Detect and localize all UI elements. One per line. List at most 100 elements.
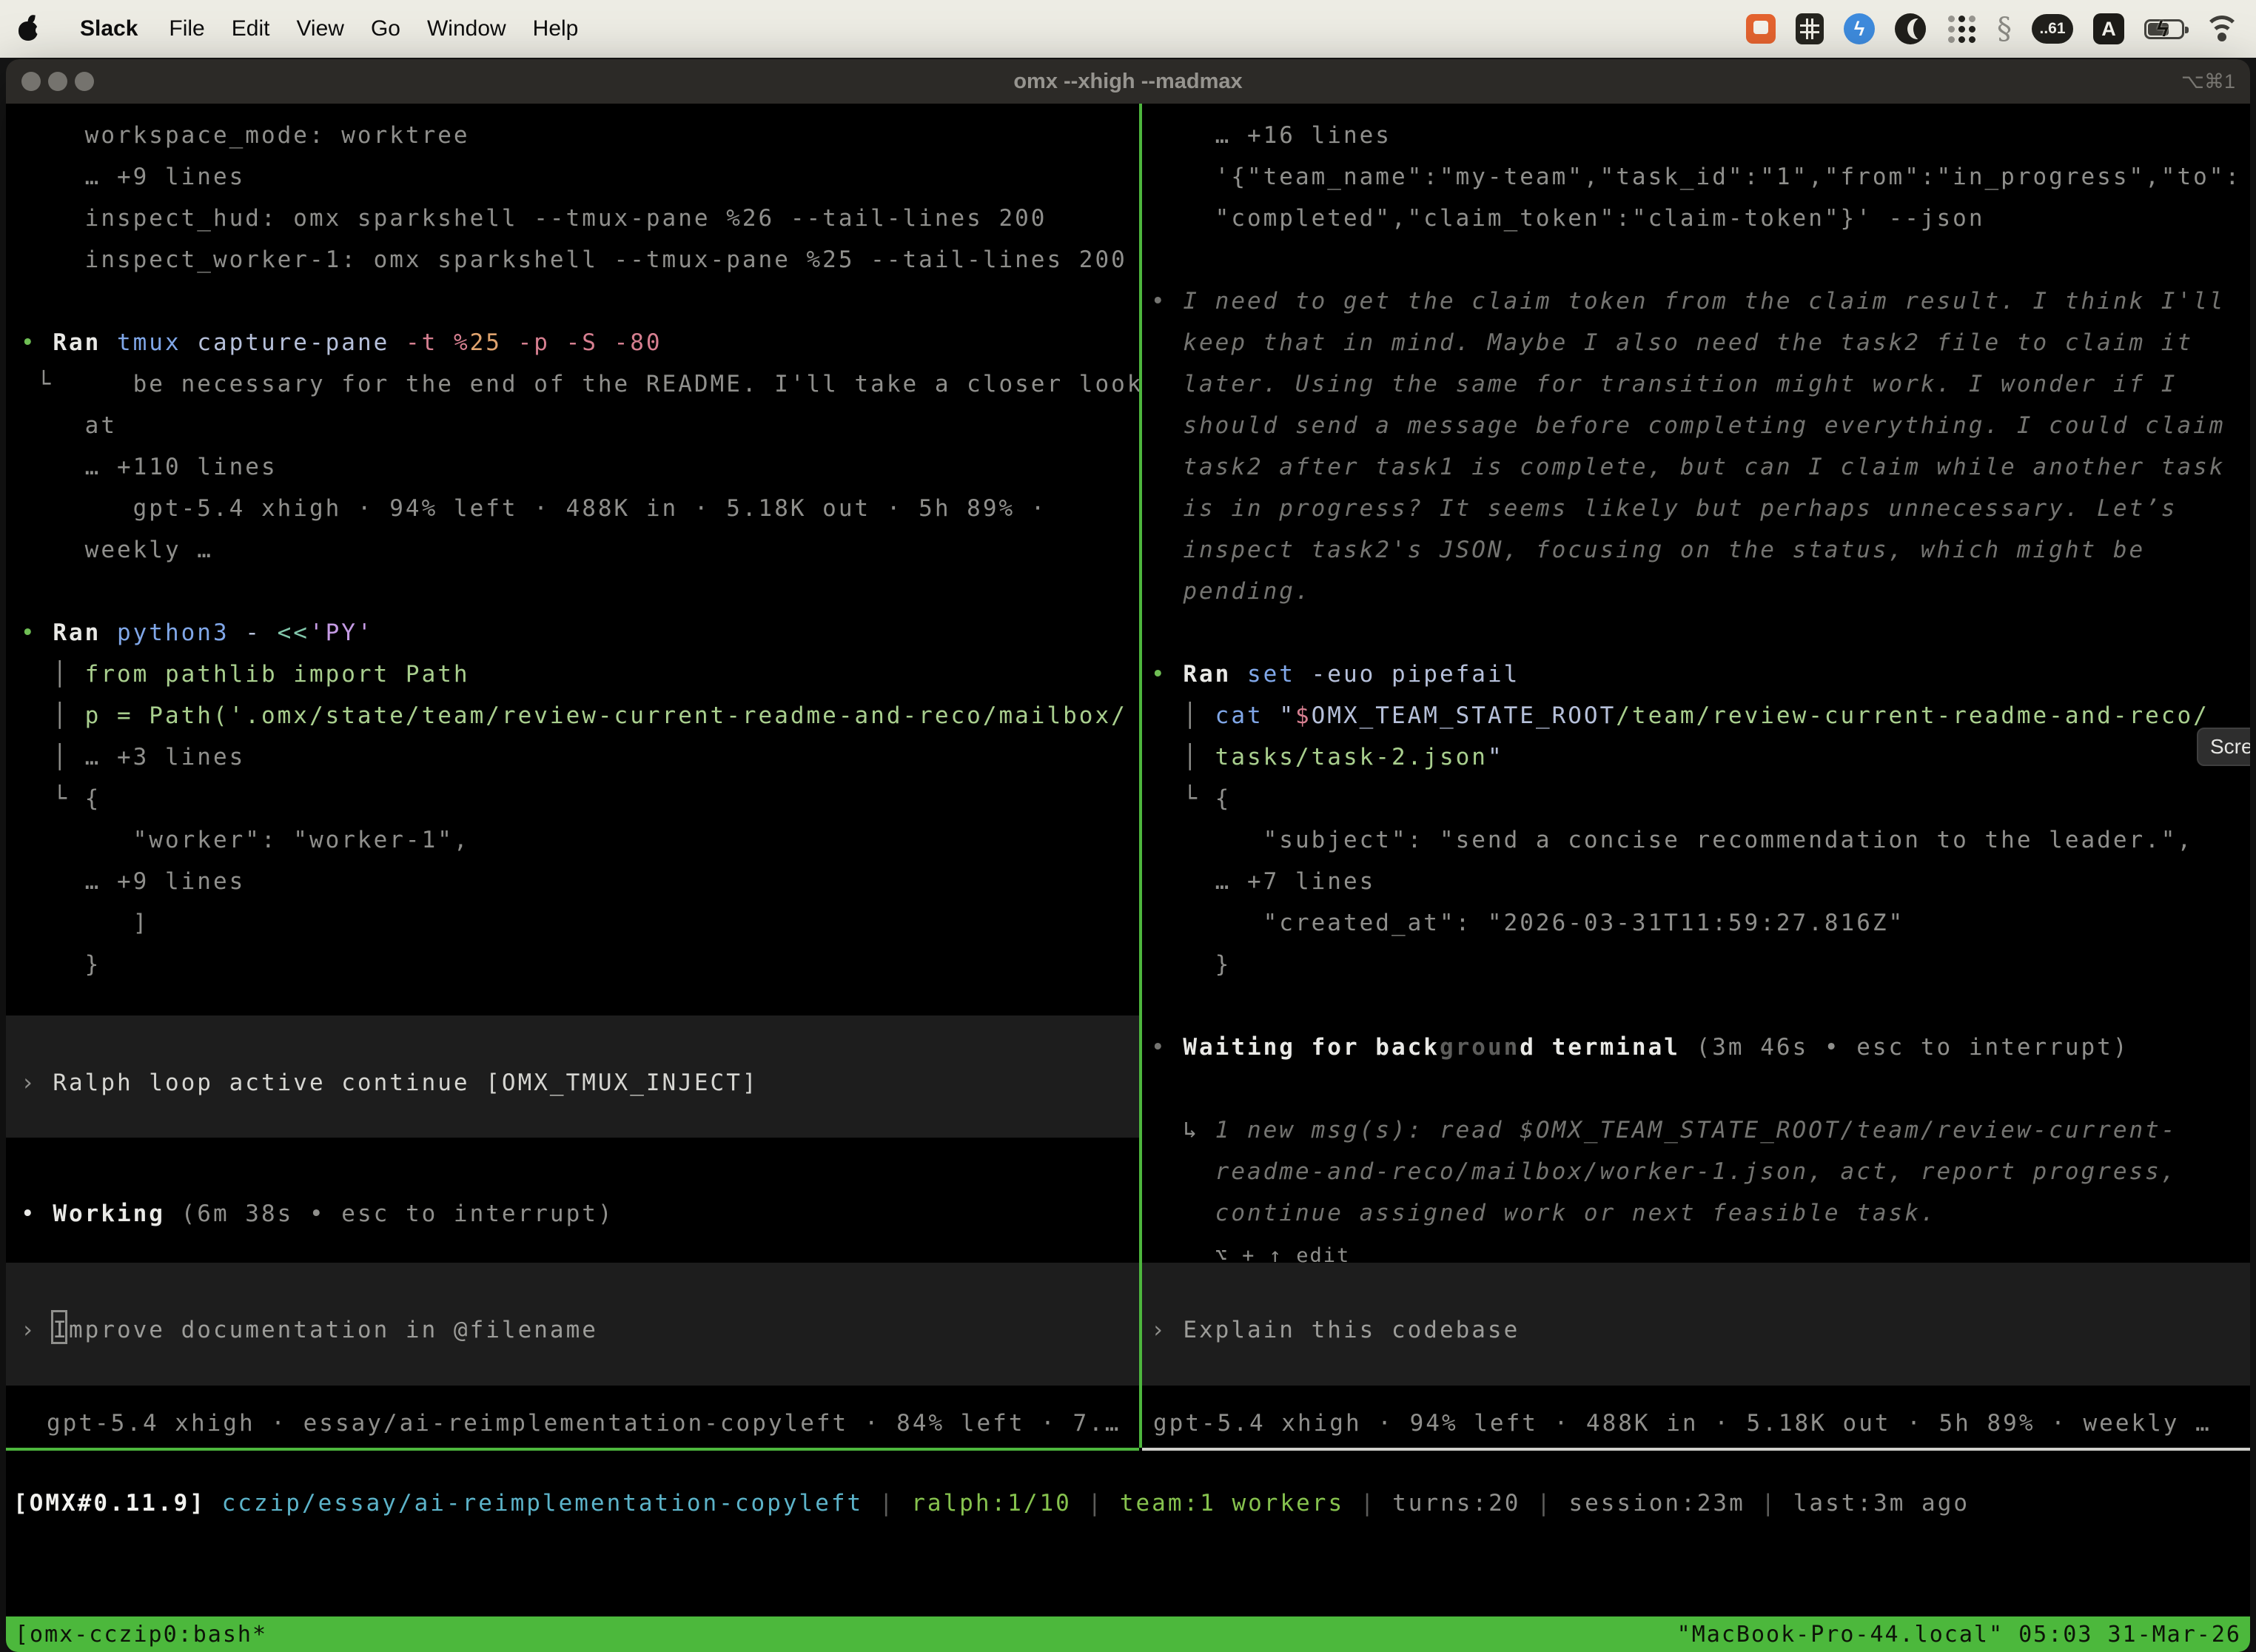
text-segment: | [1520,1490,1568,1517]
text-segment: "created_at": "2026-03-31T11:59:27.816Z" [1151,910,1904,936]
text-segment: $ [1295,702,1312,729]
terminal-line: later. Using the same for transition mig… [1151,371,2177,397]
terminal-line: • Ran python3 - <<'PY' [21,620,374,646]
omx-hud-statusline: [OMX#0.11.9] cczip/essay/ai-reimplementa… [6,1490,2250,1531]
chevron-icon: › [21,1317,53,1343]
text-segment: | [1745,1490,1793,1517]
dots-grid-icon[interactable] [1946,13,1977,44]
count-badge-icon[interactable]: ..61 [2032,14,2073,44]
terminal-line: inspect task2's JSON, focusing on the st… [1151,537,2145,563]
text-segment: 1 new msg(s): read $OMX_TEAM_STATE_ROOT/… [1215,1117,2178,1144]
prompt-input-right[interactable]: › Explain this codebase [1142,1263,2250,1386]
text-segment [1151,1241,1215,1268]
text-segment: % [454,329,470,356]
terminal-line: │ tasks/task-2.json" [1151,744,1504,770]
text-segment: later. Using the same for transition mig… [1151,371,2177,397]
menu-items: SlackFileEditViewGoWindowHelp [16,14,591,44]
text-segment: • [1151,1034,1183,1061]
text-segment: • [21,329,53,356]
terminal-line: │ … +3 lines [21,744,245,770]
menu-item-help[interactable]: Help [520,16,592,41]
menu-item-window[interactable]: Window [414,16,520,41]
crescent-moon-icon[interactable] [1895,13,1926,44]
chat-app-icon[interactable] [1746,14,1776,44]
text-segment: OMX_TEAM_STATE_ROOT [1312,702,1617,729]
terminal-line: … +9 lines [21,164,245,190]
model-status-right: gpt-5.4 xhigh · 94% left · 488K in · 5.1… [1153,1410,2212,1437]
text-segment: … +7 lines [1151,868,1375,895]
text-segment: | [1344,1490,1392,1517]
menu-item-edit[interactable]: Edit [218,16,283,41]
text-segment: 'PY' [309,620,374,646]
text-segment: | [863,1490,911,1517]
text-segment: readme-and-reco/mailbox/worker-1.json, a… [1151,1158,2177,1185]
menu-item-view[interactable]: View [283,16,357,41]
tmux-session-label: [omx-cczip0:bash* [15,1622,267,1648]
text-segment: │ [1151,702,1215,729]
terminal-line: workspace_mode: worktree [21,122,470,149]
text-segment: Waiting for back [1183,1034,1440,1061]
desktop: SlackFileEditViewGoWindowHelp ϟ § ..61 A… [0,0,2256,1652]
terminal-line: is in progress? It seems likely but perh… [1151,495,2177,522]
terminal-content: › Ralph loop active continue [OMX_TMUX_I… [6,104,2250,1652]
terminal-line: readme-and-reco/mailbox/worker-1.json, a… [1151,1158,2177,1185]
text-segment: -p -S -80 [518,329,662,356]
text-segment: } [21,951,101,978]
menu-item-file[interactable]: File [155,16,218,41]
text-segment: from pathlib import Path [85,661,470,688]
messenger-bolt-icon[interactable]: ϟ [1844,13,1875,44]
text-segment: Working [53,1201,165,1227]
text-segment: (6m 38s • esc to interrupt) [165,1201,614,1227]
squiggle-icon[interactable]: § [1997,12,2012,46]
text-segment: • [1151,288,1183,315]
terminal-line: at [21,412,117,439]
terminal-line: ↳ 1 new msg(s): read $OMX_TEAM_STATE_ROO… [1151,1117,2177,1144]
text-segment: I need to get the claim token from the c… [1183,288,2225,315]
battery-charging-icon[interactable]: ϟ [2144,19,2184,39]
terminal-line: weekly … [21,537,213,563]
text-segment: ⌥ + ↑ edit [1215,1244,1351,1267]
menu-item-go[interactable]: Go [357,16,414,41]
text-segment: • [21,620,53,646]
text-cursor [51,1310,67,1344]
terminal-line: } [21,951,101,978]
grid-app-icon[interactable] [1796,13,1824,44]
text-segment: '{"team_name":"my-team","task_id":"1","f… [1151,164,2241,190]
text-segment: weekly … [21,537,213,563]
text-segment: "subject": "send a concise recommendatio… [1151,827,2193,853]
ralph-loop-text: Ralph loop active continue [OMX_TMUX_INJ… [53,1070,758,1096]
text-segment: - [245,620,277,646]
keyboard-layout-icon[interactable]: A [2093,13,2124,44]
apple-menu-icon[interactable] [16,14,41,44]
dot [1969,36,1975,43]
menu-app-name[interactable]: Slack [67,16,155,41]
menubar-status-icons: ϟ § ..61 A ϟ [1746,12,2240,46]
text-segment: │ [21,744,85,770]
model-status-left: gpt-5.4 xhigh · essay/ai-reimplementatio… [47,1410,1121,1437]
text-segment: is in progress? It seems likely but perh… [1151,495,2177,522]
terminal-line: [OMX#0.11.9] cczip/essay/ai-reimplementa… [13,1490,1970,1517]
dot [1958,16,1965,22]
screen-overlay-button[interactable]: Scre [2197,728,2250,766]
window-shortcut-badge: ⌥⌘1 [2181,59,2235,104]
terminal-line: inspect_hud: omx sparkshell --tmux-pane … [21,205,1047,232]
window-title: omx --xhigh --madmax [6,59,2250,104]
text-segment: … +9 lines [21,164,245,190]
terminal-line: pending. [1151,578,1312,605]
terminal-line: … +16 lines [1151,122,1391,149]
text-segment: " [1279,702,1295,729]
text-segment: … +3 lines [85,744,246,770]
text-segment: last:3m ago [1793,1490,1970,1517]
prompt-input-left[interactable]: › Improve documentation in @filename [6,1263,1139,1386]
text-segment: session:23m [1568,1490,1745,1517]
text-segment: … +9 lines [21,868,245,895]
text-segment: │ [1151,744,1215,770]
wifi-icon[interactable] [2204,16,2240,42]
terminal-line: └ { [1151,785,1231,812]
text-segment: workspace_mode: worktree [21,122,470,149]
window-titlebar: omx --xhigh --madmax ⌥⌘1 [6,59,2250,104]
text-segment: ↳ [1151,1117,1215,1144]
text-segment: /team/review-current-readme-and-reco/ [1616,702,2209,729]
text-segment: • [21,1201,53,1227]
text-segment: groun [1440,1034,1520,1061]
